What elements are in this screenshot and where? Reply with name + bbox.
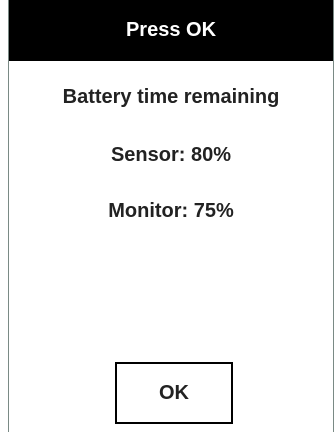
monitor-battery-status: Monitor: 75% — [108, 200, 234, 222]
battery-heading: Battery time remaining — [62, 86, 280, 108]
title-text: Press OK — [125, 19, 217, 41]
battery-dialog-screen: Press OK Battery time remaining Sensor: … — [8, 0, 334, 432]
ok-button[interactable]: OK — [115, 362, 233, 424]
sensor-battery-status: Sensor: 80% — [110, 144, 232, 166]
title-bar: Press OK — [9, 0, 333, 61]
